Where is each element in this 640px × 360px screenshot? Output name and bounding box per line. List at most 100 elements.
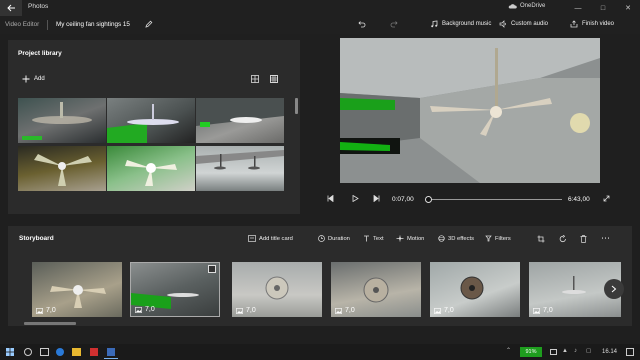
battery-icon[interactable] — [550, 349, 557, 355]
ceiling-fan-photo — [22, 102, 92, 140]
library-thumbnail[interactable] — [18, 146, 106, 191]
network-icon[interactable]: ▲ — [562, 348, 568, 354]
library-thumbnail[interactable] — [107, 146, 195, 191]
ceiling-fan-photo — [125, 160, 177, 186]
ceiling-fan-photo — [34, 154, 92, 186]
3d-effects-icon — [438, 235, 445, 242]
add-media-button[interactable]: Add — [22, 75, 45, 83]
storyboard-clip[interactable]: 7,0 — [331, 262, 421, 317]
maximize-button[interactable]: □ — [591, 0, 615, 16]
crop-button[interactable] — [537, 235, 545, 243]
undo-button[interactable] — [358, 20, 366, 28]
storyboard-next-button[interactable] — [604, 279, 624, 299]
more-options-button[interactable]: ⋯ — [601, 233, 610, 244]
onedrive-label: OneDrive — [520, 3, 546, 9]
storyboard-clip[interactable]: 7,0 — [32, 262, 122, 317]
background-music-button[interactable]: Background music — [430, 20, 491, 28]
storyboard-title: Storyboard — [19, 235, 54, 242]
close-button[interactable]: ✕ — [616, 0, 640, 16]
grid-large-view-button[interactable] — [270, 75, 278, 83]
clip-duration-label: 7,0 — [345, 307, 355, 314]
minimize-button[interactable]: — — [566, 0, 590, 16]
rotate-button[interactable] — [559, 235, 567, 243]
search-icon[interactable] — [24, 348, 32, 356]
storyboard-clip[interactable]: 7,0 — [232, 262, 322, 317]
rename-button[interactable] — [145, 20, 153, 28]
rewind-button[interactable] — [327, 195, 334, 202]
library-scrollbar[interactable] — [295, 98, 298, 114]
edge-icon[interactable] — [56, 348, 64, 356]
expand-icon — [603, 195, 610, 202]
play-icon — [352, 195, 359, 202]
duration-button[interactable]: Duration — [318, 235, 350, 242]
app-icon[interactable] — [90, 348, 98, 356]
play-button[interactable] — [352, 195, 359, 202]
grid-small-view-button[interactable] — [251, 75, 259, 83]
clip-duration: 7,0 — [135, 306, 155, 313]
file-explorer-icon[interactable] — [72, 348, 81, 356]
fullscreen-button[interactable] — [603, 195, 610, 202]
breadcrumb-video-editor[interactable]: Video Editor — [5, 21, 39, 28]
rotate-icon — [559, 235, 566, 243]
project-library-title: Project library — [18, 50, 62, 57]
active-app-indicator — [104, 358, 118, 359]
clip-duration: 7,0 — [236, 307, 256, 314]
storyboard-clip-selected[interactable]: 7,0 — [130, 262, 220, 317]
motion-button[interactable]: Motion — [396, 235, 424, 242]
storyboard-clip[interactable]: 7,0 — [430, 262, 520, 317]
delete-button[interactable] — [580, 235, 587, 243]
text-label: Text — [373, 235, 384, 242]
text-button[interactable]: Text — [363, 235, 384, 242]
image-icon — [434, 307, 441, 314]
skip-forward-button[interactable] — [373, 195, 380, 202]
seek-track[interactable] — [424, 196, 562, 203]
clip-duration: 7,0 — [434, 307, 454, 314]
clip-duration: 7,0 — [533, 307, 553, 314]
windows-taskbar: ⌃ — [0, 344, 640, 360]
motion-label: Motion — [407, 235, 425, 242]
duration-label: Duration — [328, 235, 350, 242]
project-name[interactable]: My ceiling fan sightings 15 — [56, 21, 130, 28]
photos-app-icon[interactable] — [107, 348, 115, 356]
video-preview[interactable] — [340, 38, 600, 183]
clock-icon — [318, 235, 325, 242]
project-library-panel: Project library Add — [8, 40, 300, 214]
onedrive-status[interactable]: OneDrive — [508, 3, 545, 9]
tray-chevron-icon[interactable]: ⌃ — [506, 347, 511, 354]
current-time: 0:07,00 — [392, 196, 414, 203]
crop-icon — [537, 235, 545, 243]
skip-back-icon — [327, 195, 334, 202]
library-thumbnail[interactable] — [107, 98, 195, 143]
language-indicator[interactable]: ▢ — [586, 348, 591, 354]
task-view-icon[interactable] — [40, 348, 49, 356]
add-title-card-button[interactable]: Add title card — [248, 235, 293, 242]
clip-checkbox[interactable] — [208, 265, 216, 273]
seek-thumb[interactable] — [424, 196, 432, 203]
notification-icon[interactable] — [626, 348, 634, 356]
library-thumbnail[interactable] — [196, 98, 284, 143]
3d-effects-button[interactable]: 3D effects — [438, 235, 474, 242]
undo-icon — [358, 21, 366, 28]
battery-indicator[interactable]: 91% — [520, 347, 542, 357]
add-label: Add — [34, 76, 45, 82]
plus-icon — [22, 75, 30, 83]
background-music-label: Background music — [442, 21, 492, 27]
library-thumbnail[interactable] — [18, 98, 106, 143]
filter-icon — [485, 235, 492, 242]
pencil-icon — [145, 20, 153, 28]
export-icon — [570, 20, 578, 28]
volume-icon[interactable]: ♪ — [574, 348, 577, 354]
redo-button[interactable] — [390, 20, 398, 28]
finish-video-button[interactable]: Finish video — [570, 20, 614, 28]
storyboard-scrollbar[interactable] — [24, 322, 76, 325]
taskbar-clock[interactable]: 16.14 — [602, 349, 617, 355]
trash-icon — [580, 235, 587, 243]
back-arrow-icon — [6, 4, 15, 12]
title-bar: Photos OneDrive — □ ✕ — [0, 0, 640, 16]
filters-button[interactable]: Filters — [485, 235, 511, 242]
back-button[interactable] — [0, 0, 22, 16]
library-thumbnail[interactable] — [196, 146, 284, 191]
clip-duration-label: 7,0 — [246, 307, 256, 314]
custom-audio-button[interactable]: Custom audio — [499, 20, 548, 28]
start-button[interactable] — [6, 348, 14, 356]
